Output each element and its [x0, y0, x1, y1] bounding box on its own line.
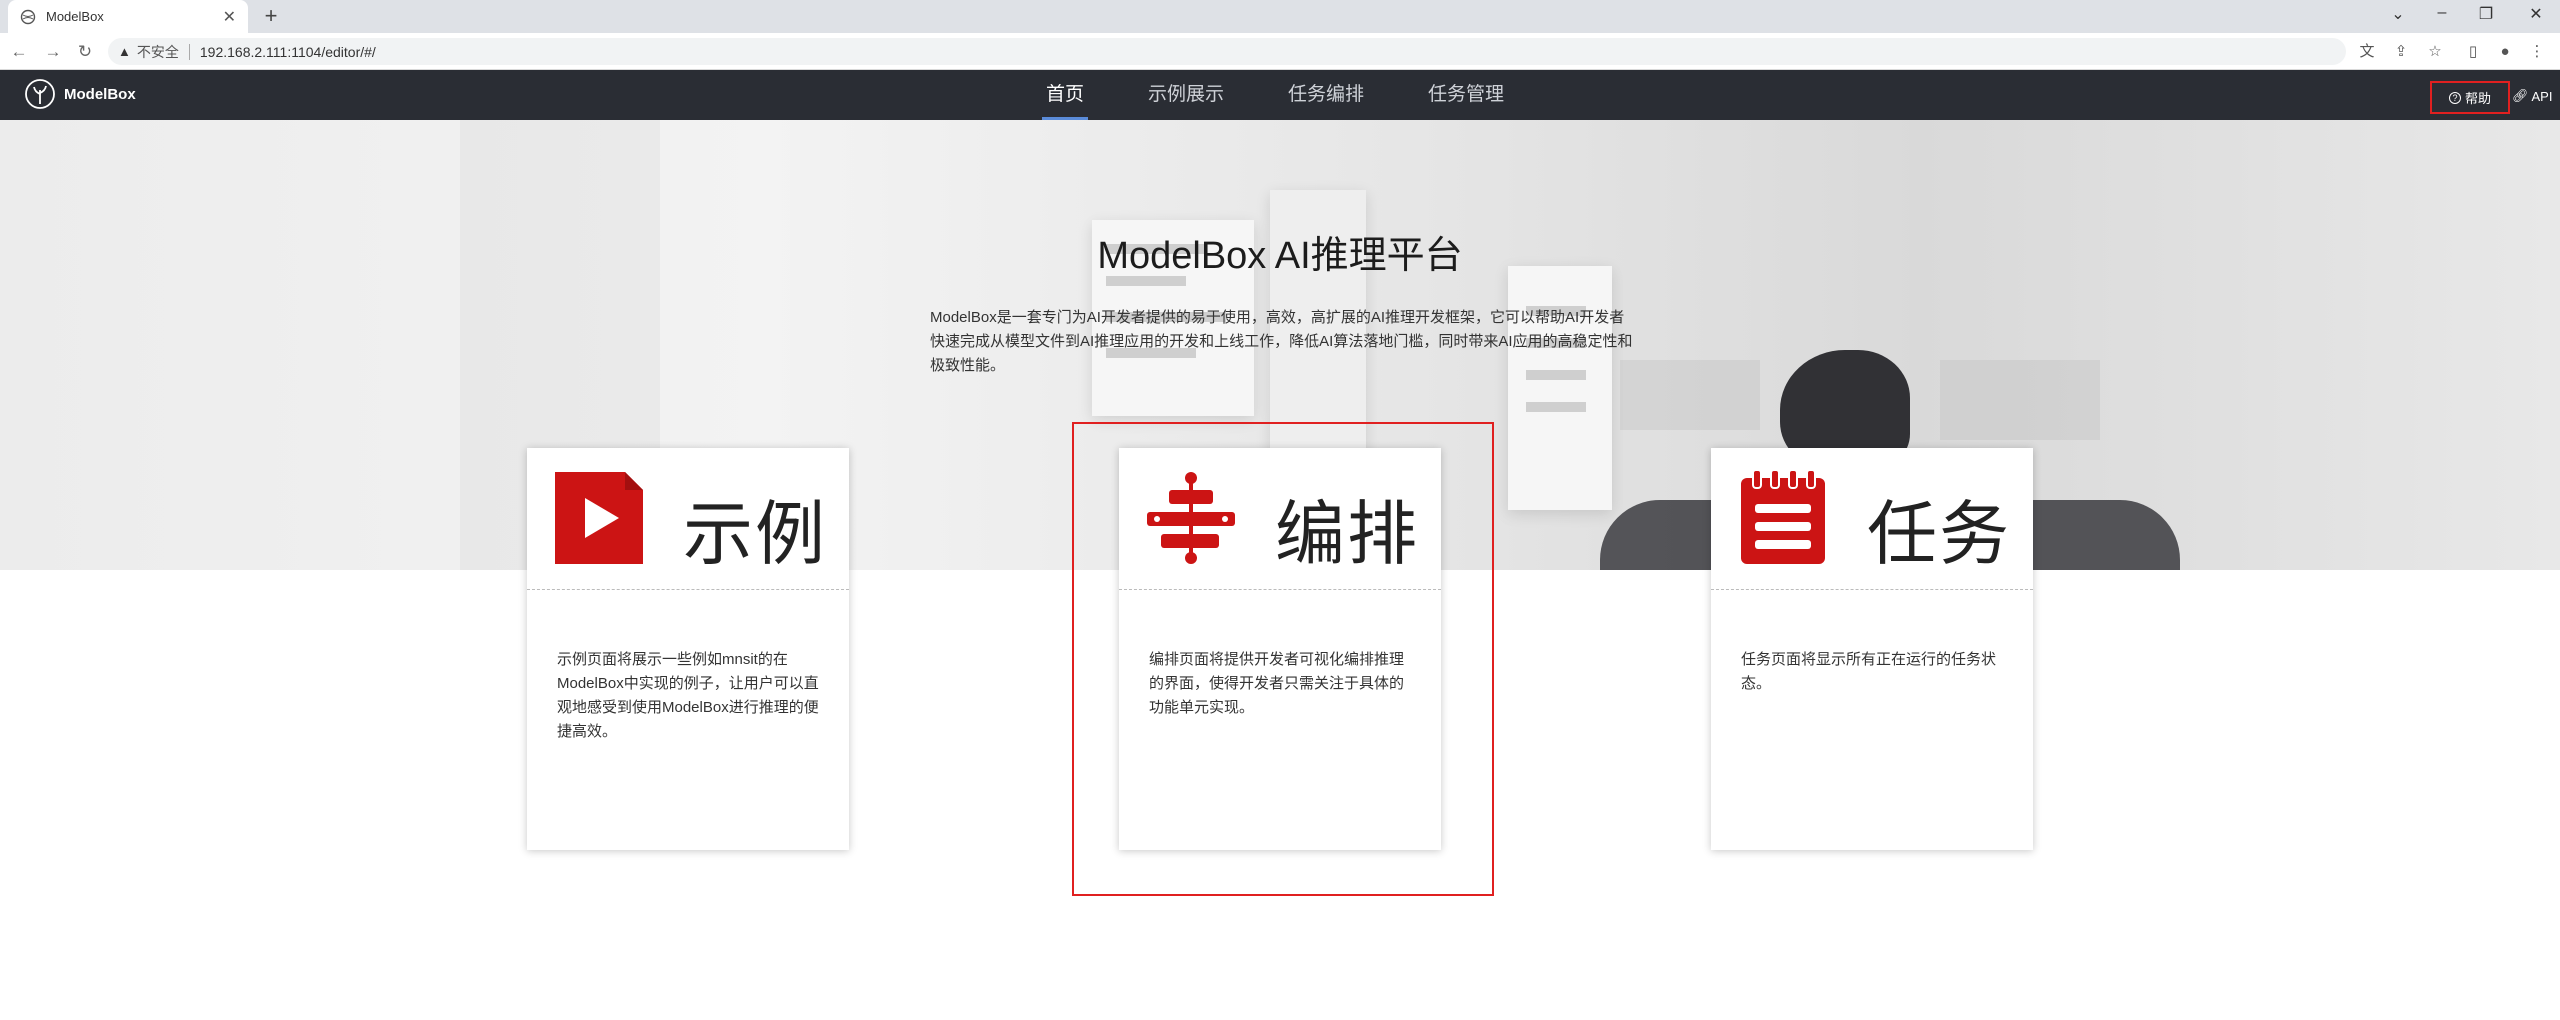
close-tab-icon[interactable]: ✕ — [223, 7, 236, 27]
tab-title: ModelBox — [46, 9, 104, 24]
security-label[interactable]: 不安全 — [137, 42, 179, 62]
help-icon: ? — [2448, 91, 2461, 104]
reload-icon[interactable]: ↻ — [74, 41, 96, 63]
logo-text: ModelBox — [64, 85, 136, 103]
translate-icon[interactable]: 文 — [2356, 41, 2378, 63]
menu-icon[interactable]: ⋮ — [2526, 41, 2548, 63]
nav-home[interactable]: 首页 — [1041, 70, 1089, 120]
globe-icon — [20, 9, 36, 24]
tasks-card[interactable]: 任务 任务页面将显示所有正在运行的任务状态。 — [1711, 448, 2033, 850]
bookmark-star-icon[interactable]: ☆ — [2424, 41, 2446, 63]
hero-decoration-code — [1620, 360, 1760, 430]
close-window-icon[interactable]: ✕ — [2516, 4, 2556, 24]
url-text[interactable]: 192.168.2.111:1104/editor/#/ — [200, 44, 376, 60]
share-icon[interactable]: ⇪ — [2390, 41, 2412, 63]
divider — [188, 43, 190, 60]
notepad-icon — [1741, 469, 1825, 564]
play-icon — [555, 472, 643, 564]
side-panel-icon[interactable]: ▯ — [2462, 41, 2484, 63]
hero-description: ModelBox是一套专门为AI开发者提供的易于使用，高效，高扩展的AI推理开发… — [930, 309, 1633, 374]
modelbox-logo-icon — [25, 79, 55, 109]
api-link[interactable]: 🔗︎ API — [2512, 88, 2552, 104]
new-tab-icon[interactable]: + — [258, 4, 284, 30]
main-nav: 首页 示例展示 任务编排 任务管理 — [1041, 70, 1568, 120]
restore-icon[interactable]: ❐ — [2466, 4, 2506, 24]
nav-examples[interactable]: 示例展示 — [1148, 70, 1224, 120]
nav-task-management[interactable]: 任务管理 — [1428, 70, 1504, 120]
selection-highlight-box — [1072, 422, 1494, 896]
back-icon[interactable]: ← — [8, 41, 30, 63]
hero-decoration-code — [1940, 360, 2100, 440]
nav-orchestration[interactable]: 任务编排 — [1288, 70, 1364, 120]
minimize-icon[interactable]: – — [2422, 4, 2462, 22]
browser-tab[interactable]: ModelBox ✕ — [8, 0, 248, 33]
card-description: 任务页面将显示所有正在运行的任务状态。 — [1741, 651, 1997, 692]
browser-toolbar: ← → ↻ ▲ 不安全 192.168.2.111:1104/editor/#/… — [0, 33, 2560, 70]
card-title: 示例 — [683, 495, 827, 573]
hero-decoration-panel — [1508, 266, 1612, 510]
hero-title: ModelBox AI推理平台 — [1097, 235, 1463, 277]
address-bar[interactable]: ▲ 不安全 192.168.2.111:1104/editor/#/ — [108, 38, 2346, 65]
help-label: 帮助 — [2464, 91, 2491, 106]
card-description: 示例页面将展示一些例如mnsit的在ModelBox中实现的例子，让用户可以直观… — [557, 651, 819, 740]
card-header: 任务 — [1711, 448, 2033, 590]
profile-icon[interactable]: ● — [2494, 41, 2516, 63]
app-header: ModelBox 首页 示例展示 任务编排 任务管理 — [0, 70, 2560, 120]
browser-tabstrip: ModelBox ✕ + ⌄ – ❐ ✕ — [0, 0, 2560, 33]
logo[interactable]: ModelBox — [24, 78, 136, 110]
api-label: API — [2531, 88, 2553, 104]
warning-icon[interactable]: ▲ — [118, 44, 131, 59]
card-header: 示例 — [527, 448, 849, 590]
link-icon: 🔗︎ — [2512, 88, 2529, 103]
help-button[interactable]: ? 帮助 — [2430, 81, 2510, 114]
tab-search-icon[interactable]: ⌄ — [2378, 4, 2418, 24]
card-title: 任务 — [1867, 495, 2011, 573]
examples-card[interactable]: 示例 示例页面将展示一些例如mnsit的在ModelBox中实现的例子，让用户可… — [527, 448, 849, 850]
forward-icon[interactable]: → — [42, 41, 64, 63]
